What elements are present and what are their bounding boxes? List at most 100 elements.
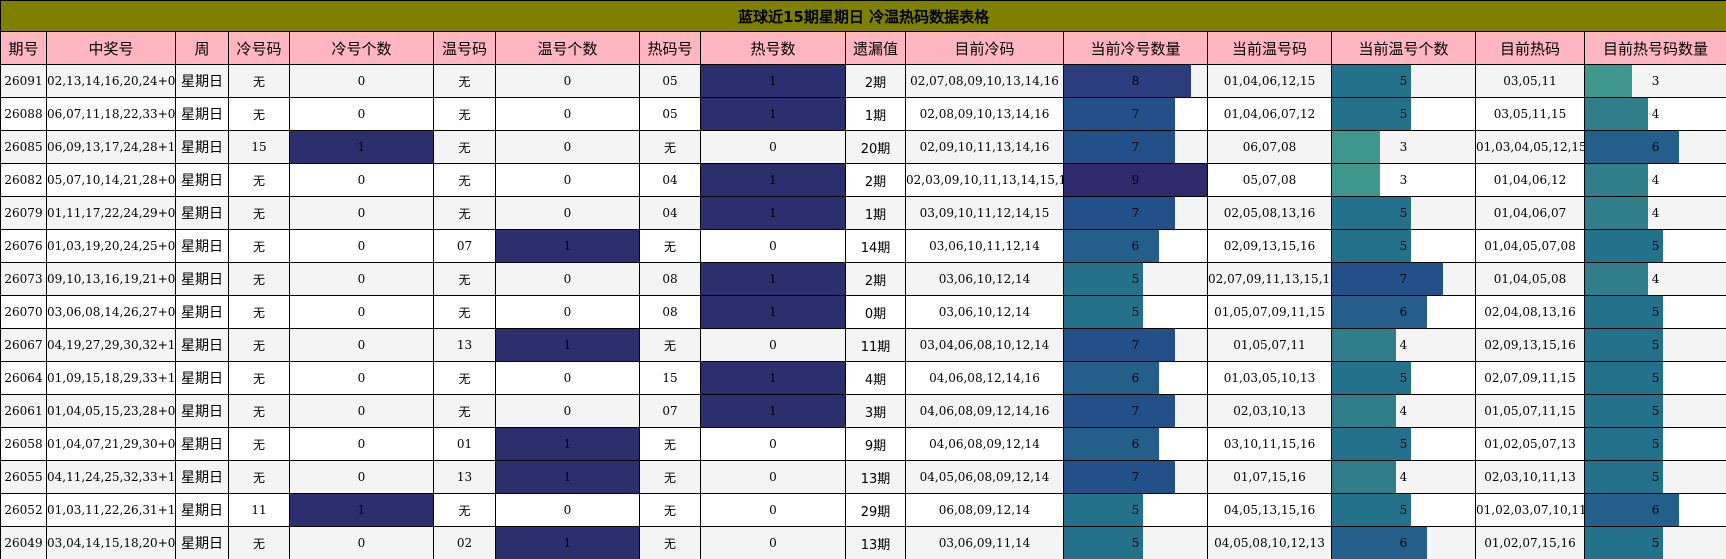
current-warm-numbers-cell: 02,09,13,15,16 [1207, 229, 1332, 263]
table-row: 26067 04,19,27,29,30,32+13 星期日无 0 13 1 无 0 11期 03… [0, 328, 1726, 362]
winning-numbers-cell: 01,03,11,22,26,31+11 [46, 493, 176, 527]
cold-number-cell: 15 [228, 130, 290, 164]
current-cold-numbers-cell: 03,06,10,12,14 [905, 295, 1064, 329]
count-bar-fill [1064, 329, 1176, 361]
count-value: 4 [1651, 173, 1660, 187]
issue-number-cell: 26067 [0, 328, 47, 362]
current-cold-numbers-cell: 02,08,09,10,13,14,16 [905, 97, 1064, 131]
issue-number-cell: 26049 [0, 526, 47, 559]
count-bar-fill [1332, 395, 1396, 427]
warm-number-cell: 无 [433, 196, 496, 230]
count-value: 5 [1399, 503, 1408, 517]
current-hot-numbers-cell: 01,02,03,07,10,11 [1475, 493, 1585, 527]
current-cold-numbers-cell: 02,07,08,09,10,13,14,16 [905, 64, 1064, 98]
current-cold-numbers-cell: 04,06,08,09,12,14 [905, 427, 1064, 461]
miss-value-cell: 0期 [845, 295, 906, 329]
warm-count-cell: 0 [495, 130, 640, 164]
issue-number-cell: 26091 [0, 64, 47, 98]
cold-number-cell: 无 [228, 262, 290, 296]
miss-value-cell: 14期 [845, 229, 906, 263]
warm-number-cell: 13 [433, 328, 496, 362]
winning-numbers-cell: 03,04,14,15,18,20+02 [46, 526, 176, 559]
current-warm-numbers-cell: 02,05,08,13,16 [1207, 196, 1332, 230]
current-cold-count-cell: 5 [1063, 295, 1208, 329]
count-bar-fill [1332, 527, 1428, 559]
current-warm-numbers-cell: 01,05,07,09,11,15 [1207, 295, 1332, 329]
count-value: 5 [1399, 437, 1408, 451]
current-cold-count-cell: 8 [1063, 64, 1208, 98]
current-hot-numbers-cell: 01,04,05,07,08 [1475, 229, 1585, 263]
weekday-cell: 星期日 [175, 64, 229, 98]
current-warm-numbers-cell: 01,07,15,16 [1207, 460, 1332, 494]
count-value: 9 [1131, 173, 1140, 187]
weekday-cell: 星期日 [175, 328, 229, 362]
hot-number-cell: 04 [639, 163, 701, 197]
count-bar-fill [1064, 461, 1176, 493]
table-row: 26091 02,13,14,16,20,24+05 星期日无 0 无 0 05 1 2期 02,… [0, 64, 1726, 98]
current-warm-count-cell: 5 [1331, 196, 1476, 230]
current-cold-count-cell: 5 [1063, 493, 1208, 527]
current-cold-count-cell: 9 [1063, 163, 1208, 197]
current-cold-count-cell: 7 [1063, 394, 1208, 428]
table-row: 26079 01,11,17,22,24,29+04 星期日无 0 无 0 04 1 1期 03,… [0, 196, 1726, 230]
hot-number-cell: 07 [639, 394, 701, 428]
winning-numbers-cell: 09,10,13,16,19,21+08 [46, 262, 176, 296]
current-hot-numbers-cell: 03,05,11,15 [1475, 97, 1585, 131]
count-value: 5 [1651, 404, 1660, 418]
table-row: 26088 06,07,11,18,22,33+05 星期日无 0 无 0 05 1 1期 02,… [0, 97, 1726, 131]
data-table: 蓝球近15期星期日 冷温热码数据表格 期号 中奖号周冷号码 冷号个数 温号码 温号个数热… [0, 0, 1726, 559]
count-value: 5 [1399, 107, 1408, 121]
hot-number-cell: 08 [639, 262, 701, 296]
current-hot-count-cell: 4 [1583, 163, 1726, 197]
cold-count-cell: 0 [289, 229, 434, 263]
weekday-cell: 星期日 [175, 394, 229, 428]
weekday-cell: 星期日 [175, 361, 229, 395]
cold-number-cell: 无 [228, 394, 290, 428]
hot-count-cell: 0 [700, 130, 846, 164]
warm-number-cell: 无 [433, 361, 496, 395]
current-warm-numbers-cell: 03,10,11,15,16 [1207, 427, 1332, 461]
current-hot-numbers-cell: 01,04,06,12 [1475, 163, 1585, 197]
count-bar-fill [1064, 65, 1192, 97]
cold-count-cell: 0 [289, 328, 434, 362]
warm-count-cell: 0 [495, 295, 640, 329]
current-cold-numbers-cell: 04,06,08,12,14,16 [905, 361, 1064, 395]
cold-number-cell: 无 [228, 163, 290, 197]
winning-numbers-cell: 01,03,19,20,24,25+07 [46, 229, 176, 263]
column-header: 目前热号码数量 [1583, 31, 1726, 65]
count-value: 5 [1131, 503, 1140, 517]
count-value: 5 [1651, 536, 1660, 550]
count-bar-fill [1332, 296, 1428, 328]
count-value: 4 [1651, 107, 1660, 121]
count-value: 4 [1399, 404, 1408, 418]
current-hot-count-cell: 5 [1583, 361, 1726, 395]
current-warm-count-cell: 6 [1331, 526, 1476, 559]
weekday-cell: 星期日 [175, 196, 229, 230]
warm-number-cell: 02 [433, 526, 496, 559]
hot-count-cell: 0 [700, 493, 846, 527]
weekday-cell: 星期日 [175, 130, 229, 164]
header-row: 期号 中奖号周冷号码 冷号个数 温号码 温号个数 热码号 热号数 遗漏值 目前冷码 当前冷号数量当… [0, 31, 1726, 65]
count-bar-fill [1585, 98, 1648, 130]
count-value: 5 [1651, 305, 1660, 319]
current-warm-count-cell: 5 [1331, 361, 1476, 395]
hot-count-cell: 0 [700, 427, 846, 461]
miss-value-cell: 20期 [845, 130, 906, 164]
current-cold-count-cell: 5 [1063, 262, 1208, 296]
current-hot-numbers-cell: 01,03,04,05,12,15 [1475, 130, 1585, 164]
current-hot-count-cell: 6 [1583, 493, 1726, 527]
winning-numbers-cell: 05,07,10,14,21,28+04 [46, 163, 176, 197]
warm-count-cell: 0 [495, 97, 640, 131]
current-hot-count-cell: 5 [1583, 427, 1726, 461]
warm-count-cell: 1 [495, 328, 640, 362]
cold-number-cell: 无 [228, 196, 290, 230]
current-warm-numbers-cell: 05,07,08 [1207, 163, 1332, 197]
current-warm-count-cell: 4 [1331, 460, 1476, 494]
current-warm-numbers-cell: 04,05,13,15,16 [1207, 493, 1332, 527]
current-hot-numbers-cell: 02,09,13,15,16 [1475, 328, 1585, 362]
count-bar-fill [1585, 65, 1633, 97]
weekday-cell: 星期日 [175, 460, 229, 494]
miss-value-cell: 9期 [845, 427, 906, 461]
miss-value-cell: 29期 [845, 493, 906, 527]
count-value: 6 [1651, 140, 1660, 154]
